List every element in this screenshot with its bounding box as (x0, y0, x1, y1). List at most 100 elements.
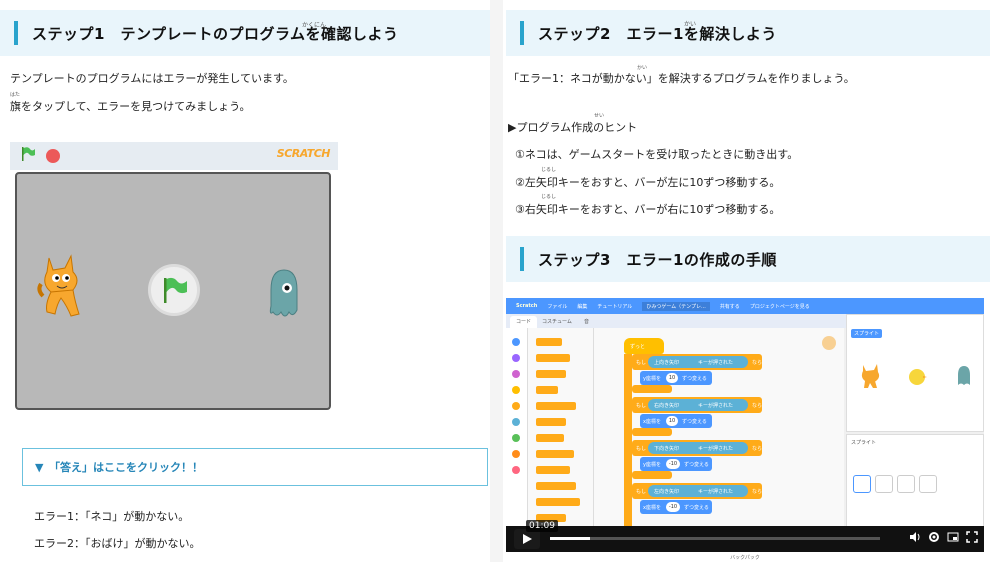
step3-header: ステップ3 エラー1の作成の手順 (506, 236, 990, 282)
sprite-pane-label: スプライト (851, 440, 877, 446)
tab-sounds[interactable]: 音 (578, 316, 595, 328)
scratch-stage[interactable] (15, 172, 331, 410)
scratch-logo: SCRATCH (276, 147, 331, 160)
palette-block[interactable] (536, 354, 570, 362)
value-field[interactable]: 10 (666, 416, 678, 426)
ghost-sprite-icon (958, 366, 970, 385)
sprite-thumb-chick[interactable] (919, 475, 937, 493)
category-sound-icon[interactable] (512, 370, 520, 378)
category-variables-icon[interactable] (512, 450, 520, 458)
sprite-cat-watermark-icon (822, 336, 836, 350)
green-flag-icon[interactable] (20, 146, 36, 166)
video-progress-fill (550, 537, 590, 540)
menu-edit[interactable]: 編集 (577, 303, 587, 310)
change-x-block[interactable]: x座標を -10 ずつ変える (640, 500, 712, 514)
category-events-icon[interactable] (512, 386, 520, 394)
hint-heading: ▶プログラム作成のヒント (508, 121, 638, 134)
menu-file[interactable]: ファイル (547, 303, 567, 310)
intro-line-2: 旗をタップして、エラーを見つけてみましょう。 (10, 100, 251, 113)
hint-1: ①ネコは、ゲームスタートを受け取ったときに動き出す。 (515, 148, 799, 161)
palette-block[interactable] (536, 498, 580, 506)
block-palette (528, 328, 594, 528)
palette-block[interactable] (536, 434, 564, 442)
intro-line-1: テンプレートのプログラムにはエラーが発生しています。 (10, 72, 294, 85)
tab-code[interactable]: コード (510, 316, 538, 328)
cat-sprite-icon (37, 254, 80, 317)
action-label: x座標を (643, 419, 661, 425)
fullscreen-icon[interactable] (966, 531, 978, 543)
action-label: y座標を (643, 376, 661, 382)
category-looks-icon[interactable] (512, 354, 520, 362)
key-pressed-condition[interactable]: 左向き矢印 キーが押された (648, 485, 748, 497)
video-controls (506, 526, 984, 552)
category-sensing-icon[interactable] (512, 418, 520, 426)
menu-tutorial[interactable]: チュートリアル (597, 303, 632, 310)
if-block-right[interactable]: もし 右向き矢印 キーが押された なら (632, 397, 762, 413)
palette-block[interactable] (536, 482, 576, 490)
step2-ruby: かい (684, 21, 697, 28)
tab-costumes[interactable]: コスチューム (536, 316, 578, 328)
menu-share[interactable]: 共有する (720, 303, 740, 310)
palette-block[interactable] (536, 418, 566, 426)
value-field[interactable]: -10 (666, 459, 680, 469)
key-pressed-condition[interactable]: 右向き矢印 キーが押された (648, 399, 748, 411)
step1-ruby: かくにん (302, 22, 327, 29)
menu-project-page[interactable]: プロジェクトページを見る (750, 303, 810, 310)
gear-icon[interactable] (928, 531, 940, 543)
video-progress-track[interactable] (550, 537, 880, 540)
category-motion-icon[interactable] (512, 338, 520, 346)
if-block-down[interactable]: もし 下向き矢印 キーが押された なら (632, 440, 762, 456)
step3-title: ステップ3 エラー1の作成の手順 (538, 250, 777, 269)
sprite-thumb-cat[interactable] (853, 475, 871, 493)
tutorial-video[interactable]: Scratch ファイル 編集 チュートリアル ひみつゲーム（テンプレ... 共… (506, 298, 984, 552)
change-x-block[interactable]: x座標を 10 ずつ変える (640, 414, 712, 428)
hint-3: ③右矢印キーをおすと、バーが右に10ずつ移動する。 (515, 203, 781, 216)
key-suffix: キーが押された (698, 446, 734, 452)
forever-block[interactable]: ずっと (624, 338, 664, 354)
category-operators-icon[interactable] (512, 434, 520, 442)
key-name: 左向き矢印 (654, 489, 680, 495)
if-block-left[interactable]: もし 左向き矢印 キーが押された なら (632, 483, 762, 499)
sprite-thumb-bar[interactable] (897, 475, 915, 493)
green-flag-start-button[interactable] (148, 264, 200, 316)
picture-in-picture-icon[interactable] (947, 531, 959, 543)
palette-block[interactable] (536, 466, 570, 474)
sprite-thumb-ghost[interactable] (875, 475, 893, 493)
then-label: なら (752, 403, 763, 409)
category-myblocks-icon[interactable] (512, 466, 520, 474)
key-pressed-condition[interactable]: 上向き矢印 キーが押された (648, 356, 748, 368)
palette-block[interactable] (536, 338, 562, 346)
palette-block[interactable] (536, 386, 558, 394)
stop-icon[interactable] (46, 149, 60, 163)
category-control-icon[interactable] (512, 402, 520, 410)
goal-text: 「エラー1：ネコが動かない」を解決するプログラムを作りましょう。 (508, 72, 855, 85)
error-1-text: エラー1：「ネコ」が動かない。 (34, 510, 190, 523)
if-block-end (632, 385, 672, 393)
sprite-label: スプライト (854, 331, 880, 337)
scratch-logo: Scratch (516, 303, 538, 309)
volume-icon[interactable] (909, 531, 921, 543)
accent-bar (14, 21, 18, 45)
answer-toggle[interactable]: ▼ 「答え」はここをクリック！！ (22, 448, 488, 486)
value-field[interactable]: 10 (666, 373, 678, 383)
action-label: x座標を (643, 505, 661, 511)
accent-bar (520, 247, 524, 271)
palette-block[interactable] (536, 402, 576, 410)
change-y-block[interactable]: y座標を -10 ずつ変える (640, 457, 712, 471)
project-title-field[interactable]: ひみつゲーム（テンプレ... (642, 301, 710, 311)
then-label: なら (752, 360, 763, 366)
value-field[interactable]: -10 (666, 502, 680, 512)
hint-2: ②左矢印キーをおすと、バーが左に10ずつ移動する。 (515, 176, 781, 189)
unit-label: ずつ変える (684, 462, 709, 468)
unit-label: ずつ変える (682, 419, 707, 425)
code-area[interactable]: ずっと もし 上向き矢印 キーが押された なら y座標を 10 ずつ変える もし… (594, 328, 844, 528)
hint-2-ruby: じるし (541, 167, 557, 173)
key-pressed-condition[interactable]: 下向き矢印 キーが押された (648, 442, 748, 454)
hint-3-ruby: じるし (541, 194, 557, 200)
if-block-up[interactable]: もし 上向き矢印 キーが押された なら (632, 354, 762, 370)
palette-block[interactable] (536, 450, 574, 458)
change-y-block[interactable]: y座標を 10 ずつ変える (640, 371, 712, 385)
editor-stage[interactable]: スプライト (846, 314, 984, 432)
palette-block[interactable] (536, 370, 566, 378)
play-button[interactable] (514, 529, 540, 549)
